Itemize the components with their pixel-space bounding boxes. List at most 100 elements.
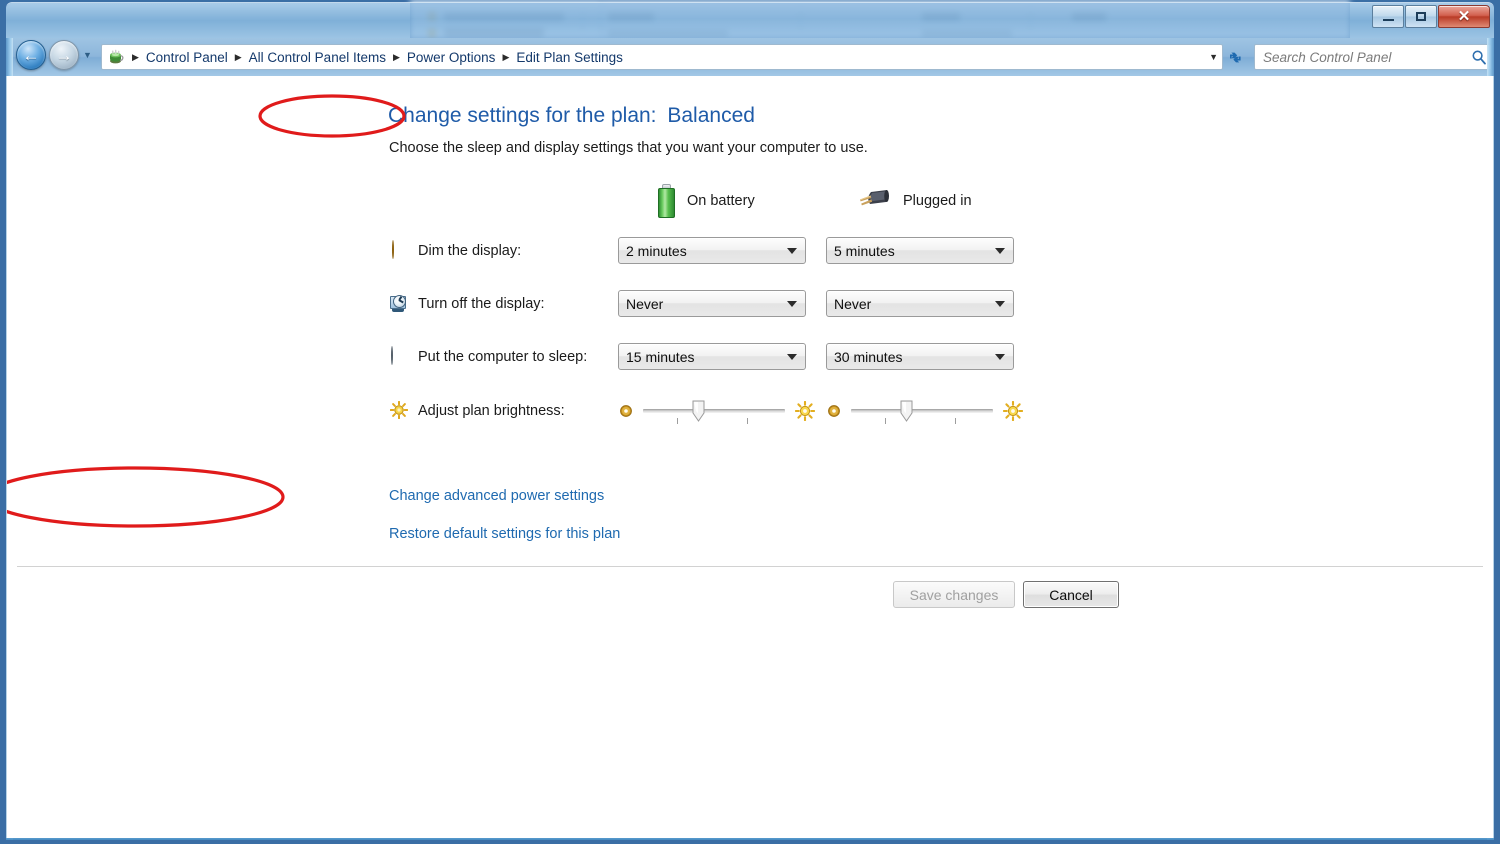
cancel-button[interactable]: Cancel xyxy=(1023,581,1119,608)
combo-dim-display-plugged-in[interactable]: 5 minutes xyxy=(826,237,1014,264)
column-header-plugged-in: Plugged in xyxy=(857,184,972,218)
dim-sun-icon xyxy=(619,404,633,418)
battery-icon xyxy=(657,184,675,218)
chevron-down-icon xyxy=(787,247,797,254)
slider-thumb-plugged-in[interactable] xyxy=(900,400,913,422)
dim-display-glyph xyxy=(392,240,394,259)
close-button[interactable]: ✕ xyxy=(1438,5,1490,28)
combo-turn-off-display-plugged-in[interactable]: Never xyxy=(826,290,1014,317)
turn-off-display-icon xyxy=(389,294,409,314)
annotation-ellipse-advanced-settings xyxy=(7,466,285,528)
brightness-slider-plugged-in[interactable] xyxy=(827,396,1024,426)
column-header-on-battery: On battery xyxy=(657,184,755,218)
combo-value: Never xyxy=(834,295,872,312)
minimize-button[interactable] xyxy=(1372,5,1404,28)
close-icon: ✕ xyxy=(1457,8,1471,25)
row-put-the-computer-to-sleep: Put the computer to sleep: xyxy=(389,342,587,372)
breadcrumb-separator-2: ▶ xyxy=(392,51,400,62)
slider-track-area-plugged-in[interactable] xyxy=(851,396,993,426)
sleep-icon xyxy=(389,346,409,367)
sleep-glyph xyxy=(391,346,393,365)
recent-pages-chevron-down-icon[interactable]: ▼ xyxy=(83,50,92,60)
combo-value: 30 minutes xyxy=(834,348,903,365)
row-label-dim-the-display: Dim the display: xyxy=(418,243,522,259)
column-label-plugged-in: Plugged in xyxy=(903,193,972,209)
slider-thumb-on-battery[interactable] xyxy=(692,400,705,422)
breadcrumb-item-power-options[interactable]: Power Options xyxy=(404,49,499,66)
footer-divider xyxy=(17,566,1483,567)
chevron-down-icon xyxy=(995,300,1005,307)
row-adjust-plan-brightness: Adjust plan brightness: xyxy=(389,396,565,426)
search-input[interactable]: Search Control Panel xyxy=(1263,50,1471,65)
breadcrumb[interactable]: ▶ Control Panel ▶ All Control Panel Item… xyxy=(101,44,1223,70)
combo-value: 5 minutes xyxy=(834,242,895,259)
maximize-button[interactable] xyxy=(1405,5,1437,28)
back-button[interactable]: ← xyxy=(16,40,46,70)
combo-dim-display-on-battery[interactable]: 2 minutes xyxy=(618,237,806,264)
control-panel-icon xyxy=(108,49,124,65)
combo-value: 15 minutes xyxy=(626,348,695,365)
maximize-icon xyxy=(1416,12,1426,21)
row-turn-off-the-display: Turn off the display: xyxy=(389,289,545,319)
breadcrumb-separator-0: ▶ xyxy=(132,51,139,62)
slider-track xyxy=(851,409,993,413)
brightness-icon xyxy=(389,400,409,423)
breadcrumb-item-all-control-panel-items[interactable]: All Control Panel Items xyxy=(246,49,389,66)
minimize-icon xyxy=(1382,19,1394,21)
breadcrumb-item-edit-plan-settings[interactable]: Edit Plan Settings xyxy=(513,49,626,66)
row-label-turn-off-the-display: Turn off the display: xyxy=(418,296,545,312)
breadcrumb-item-control-panel[interactable]: Control Panel xyxy=(143,49,231,66)
search-box[interactable]: Search Control Panel xyxy=(1254,44,1492,70)
content-area: Change settings for the plan: Balanced C… xyxy=(6,76,1494,838)
brightness-slider-on-battery[interactable] xyxy=(619,396,816,426)
battery-body xyxy=(658,188,675,218)
save-changes-button[interactable]: Save changes xyxy=(893,581,1015,608)
slider-track-area-on-battery[interactable] xyxy=(643,396,785,426)
page-title: Change settings for the plan: Balanced xyxy=(388,104,755,128)
address-bar-chevron-down-icon[interactable]: ▼ xyxy=(1209,52,1218,62)
bright-sun-icon xyxy=(794,400,816,422)
breadcrumb-separator-3: ▶ xyxy=(502,51,510,62)
breadcrumb-separator-1: ▶ xyxy=(234,51,242,62)
combo-sleep-plugged-in[interactable]: 30 minutes xyxy=(826,343,1014,370)
chevron-down-icon xyxy=(995,353,1005,360)
desktop-background: ✕ ← → ▼ ▶ Control Panel ▶ All Control Pa… xyxy=(0,0,1500,844)
restore-default-settings-link[interactable]: Restore default settings for this plan xyxy=(389,526,620,542)
navigation-bar: ← → ▼ ▶ Control Panel ▶ All Control Pane… xyxy=(6,38,1494,76)
slider-tick xyxy=(747,418,748,424)
nav-arrow-group: ← → ▼ xyxy=(16,40,92,70)
slider-tick xyxy=(955,418,956,424)
combo-value: Never xyxy=(626,295,664,312)
slider-tick xyxy=(885,418,886,424)
change-advanced-power-settings-link[interactable]: Change advanced power settings xyxy=(389,488,604,504)
page-subtitle: Choose the sleep and display settings th… xyxy=(389,140,868,156)
chevron-down-icon xyxy=(787,300,797,307)
window-title-bar: ✕ xyxy=(6,2,1494,38)
back-arrow-icon: ← xyxy=(22,45,40,65)
column-label-on-battery: On battery xyxy=(687,193,755,209)
combo-value: 2 minutes xyxy=(626,242,687,259)
control-panel-window: ✕ ← → ▼ ▶ Control Panel ▶ All Control Pa… xyxy=(6,2,1494,840)
refresh-icon xyxy=(1229,52,1241,62)
dim-display-icon xyxy=(389,240,409,261)
refresh-button[interactable] xyxy=(1224,46,1246,68)
power-plug-icon xyxy=(857,188,891,214)
row-dim-the-display: Dim the display: xyxy=(389,236,521,266)
slider-track xyxy=(643,409,785,413)
forward-arrow-icon: → xyxy=(55,45,73,65)
chevron-down-icon xyxy=(995,247,1005,254)
brightness-sun-glyph xyxy=(389,400,409,423)
plan-name: Balanced xyxy=(667,104,755,127)
forward-button[interactable]: → xyxy=(49,40,79,70)
search-icon xyxy=(1471,49,1487,65)
window-controls: ✕ xyxy=(1372,5,1490,28)
combo-turn-off-display-on-battery[interactable]: Never xyxy=(618,290,806,317)
dim-sun-icon xyxy=(827,404,841,418)
chevron-down-icon xyxy=(787,353,797,360)
monitor-base xyxy=(392,309,404,312)
page-title-prefix: Change settings for the plan: xyxy=(388,104,657,127)
bright-sun-icon xyxy=(1002,400,1024,422)
row-label-adjust-plan-brightness: Adjust plan brightness: xyxy=(418,403,565,419)
combo-sleep-on-battery[interactable]: 15 minutes xyxy=(618,343,806,370)
title-bar-glass-left xyxy=(6,3,410,38)
